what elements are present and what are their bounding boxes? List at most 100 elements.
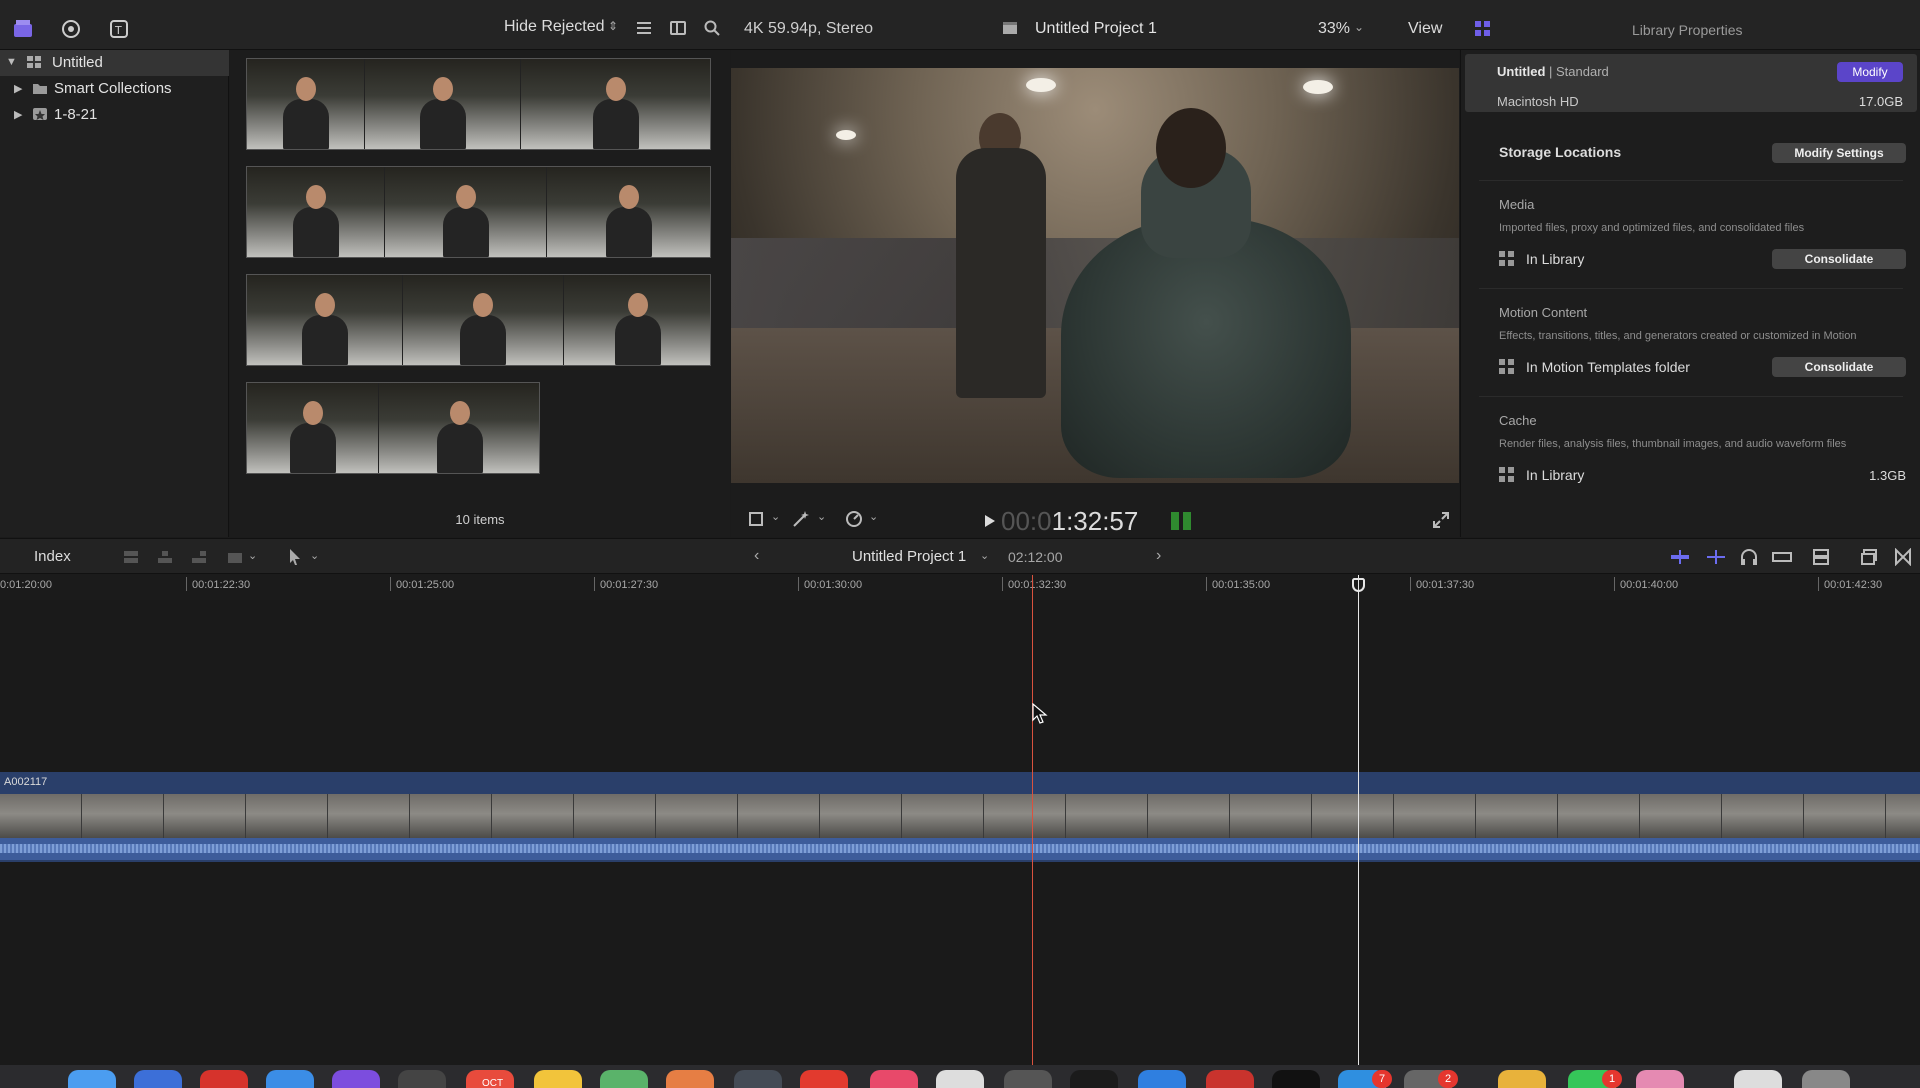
- app-icon[interactable]: [734, 1070, 782, 1088]
- sidebar-item-smart-collections[interactable]: ▶ Smart Collections: [0, 76, 229, 102]
- titles-generators-icon[interactable]: T: [108, 18, 130, 40]
- clip-frame: [1886, 794, 1920, 838]
- sidebar-item-library[interactable]: ▼ Untitled: [0, 50, 229, 76]
- window-layout-icon[interactable]: [1860, 548, 1878, 566]
- disclosure-closed-icon[interactable]: ▶: [14, 108, 22, 121]
- app-icon[interactable]: [332, 1070, 380, 1088]
- clip-browser: 10 items: [230, 50, 730, 537]
- filmstrip-clip[interactable]: [246, 166, 711, 258]
- app-icon[interactable]: [266, 1070, 314, 1088]
- list-view-icon[interactable]: [636, 20, 652, 36]
- consolidate-motion-button[interactable]: Consolidate: [1772, 357, 1906, 377]
- clip-appearance-icon[interactable]: [1812, 548, 1830, 566]
- trash-icon[interactable]: [1802, 1070, 1850, 1088]
- audio-skimming-icon[interactable]: [1706, 549, 1726, 565]
- disclosure-open-icon[interactable]: ▼: [6, 56, 17, 68]
- timeline-ruler[interactable]: 0:01:20:00 00:01:22:30 00:01:25:00 00:01…: [0, 575, 1920, 599]
- modify-button[interactable]: Modify: [1837, 62, 1903, 82]
- connect-clip-icon[interactable]: [122, 549, 140, 565]
- app-icon[interactable]: [936, 1070, 984, 1088]
- transitions-browser-icon[interactable]: [1894, 548, 1912, 566]
- timeline-area[interactable]: A002117: [0, 600, 1920, 1065]
- clip-filter-dropdown[interactable]: Hide Rejected: [504, 18, 605, 36]
- photos-audio-icon[interactable]: [60, 18, 82, 40]
- insert-clip-icon[interactable]: [156, 549, 174, 565]
- filmstrip-clip[interactable]: [246, 58, 711, 150]
- maps-icon[interactable]: [600, 1070, 648, 1088]
- library-inspector: Untitled | Standard Modify Macintosh HD …: [1460, 50, 1920, 537]
- finder-icon[interactable]: [68, 1070, 116, 1088]
- search-icon[interactable]: [704, 20, 720, 36]
- top-toolbar: T Hide Rejected ⇕ 4K 59.94p, Stereo Unti…: [0, 0, 1920, 50]
- app-icon[interactable]: [1070, 1070, 1118, 1088]
- clip-thumbnail: [379, 383, 539, 473]
- app-icon[interactable]: [800, 1070, 848, 1088]
- inspector-grid-icon[interactable]: [1474, 20, 1491, 37]
- clip-frame: [1722, 794, 1804, 838]
- app-icon[interactable]: [200, 1070, 248, 1088]
- snapping-icon[interactable]: [1772, 549, 1792, 565]
- transform-icon[interactable]: [747, 510, 765, 528]
- safari-icon[interactable]: [134, 1070, 182, 1088]
- app-icon[interactable]: [1138, 1070, 1186, 1088]
- modify-settings-button[interactable]: Modify Settings: [1772, 143, 1906, 163]
- select-tool-icon[interactable]: [288, 548, 302, 566]
- app-icon[interactable]: [1498, 1070, 1546, 1088]
- enhance-wand-icon[interactable]: [791, 509, 811, 529]
- playhead[interactable]: [1358, 575, 1359, 1065]
- media-title: Media: [1499, 197, 1535, 212]
- zoom-dropdown[interactable]: 33%: [1318, 20, 1350, 38]
- sidebar-item-event[interactable]: ▶ 1-8-21: [0, 102, 229, 128]
- chevron-down-icon[interactable]: ⌄: [310, 549, 319, 562]
- libraries-icon[interactable]: [12, 18, 34, 40]
- timeline-index-button[interactable]: Index: [34, 548, 71, 565]
- disclosure-closed-icon[interactable]: ▶: [14, 82, 22, 95]
- filmstrip-clip[interactable]: [246, 382, 540, 474]
- chevron-down-icon[interactable]: ⌄: [869, 510, 878, 523]
- timeline-project-name[interactable]: Untitled Project 1: [852, 548, 966, 565]
- calendar-icon[interactable]: OCT: [466, 1070, 514, 1088]
- app-icon[interactable]: 2: [1404, 1070, 1458, 1088]
- overwrite-clip-icon[interactable]: [226, 549, 244, 565]
- chevron-down-icon[interactable]: ⌄: [1434, 20, 1444, 34]
- timecode-display[interactable]: 00:01:32:57: [1001, 506, 1138, 537]
- video-frame[interactable]: [731, 68, 1459, 483]
- notes-icon[interactable]: [534, 1070, 582, 1088]
- sidebar-item-label: Untitled: [52, 54, 103, 71]
- app-icon[interactable]: 7: [1338, 1070, 1392, 1088]
- terminal-icon[interactable]: [1272, 1070, 1320, 1088]
- cache-location: In Library: [1499, 467, 1584, 483]
- grid-icon: [1499, 251, 1514, 266]
- consolidate-media-button[interactable]: Consolidate: [1772, 249, 1906, 269]
- messages-icon[interactable]: 1: [1568, 1070, 1622, 1088]
- previous-arrow-icon[interactable]: ‹: [754, 547, 759, 565]
- play-icon[interactable]: [984, 514, 996, 528]
- divider: [1479, 288, 1903, 289]
- chevron-down-icon[interactable]: ⌄: [248, 549, 257, 562]
- headphones-icon[interactable]: [1740, 548, 1758, 566]
- photos-icon[interactable]: [666, 1070, 714, 1088]
- app-icon[interactable]: [1206, 1070, 1254, 1088]
- library-name: Untitled | Standard: [1497, 64, 1609, 79]
- retime-speed-icon[interactable]: [845, 510, 863, 528]
- append-clip-icon[interactable]: [190, 549, 208, 565]
- chevron-down-icon[interactable]: ⌄: [1354, 20, 1364, 34]
- app-icon[interactable]: [1004, 1070, 1052, 1088]
- document-icon[interactable]: [1734, 1070, 1782, 1088]
- next-arrow-icon[interactable]: ›: [1156, 547, 1161, 565]
- chevron-down-icon[interactable]: ⌄: [771, 510, 780, 523]
- chevron-down-icon[interactable]: ⌄: [980, 549, 989, 562]
- timeline-clip[interactable]: A002117: [0, 772, 1920, 862]
- filmstrip-view-icon[interactable]: [670, 20, 686, 36]
- music-icon[interactable]: [870, 1070, 918, 1088]
- clip-frame: [246, 794, 328, 838]
- fullscreen-icon[interactable]: [1433, 512, 1449, 528]
- clip-frame: [164, 794, 246, 838]
- clapper-icon[interactable]: [398, 1070, 446, 1088]
- playhead-handle[interactable]: [1352, 578, 1365, 592]
- chevron-down-icon[interactable]: ⌄: [817, 510, 826, 523]
- skimming-icon[interactable]: [1670, 549, 1690, 565]
- chevron-updown-icon[interactable]: ⇕: [608, 19, 618, 33]
- app-icon[interactable]: [1636, 1070, 1684, 1088]
- filmstrip-clip[interactable]: [246, 274, 711, 366]
